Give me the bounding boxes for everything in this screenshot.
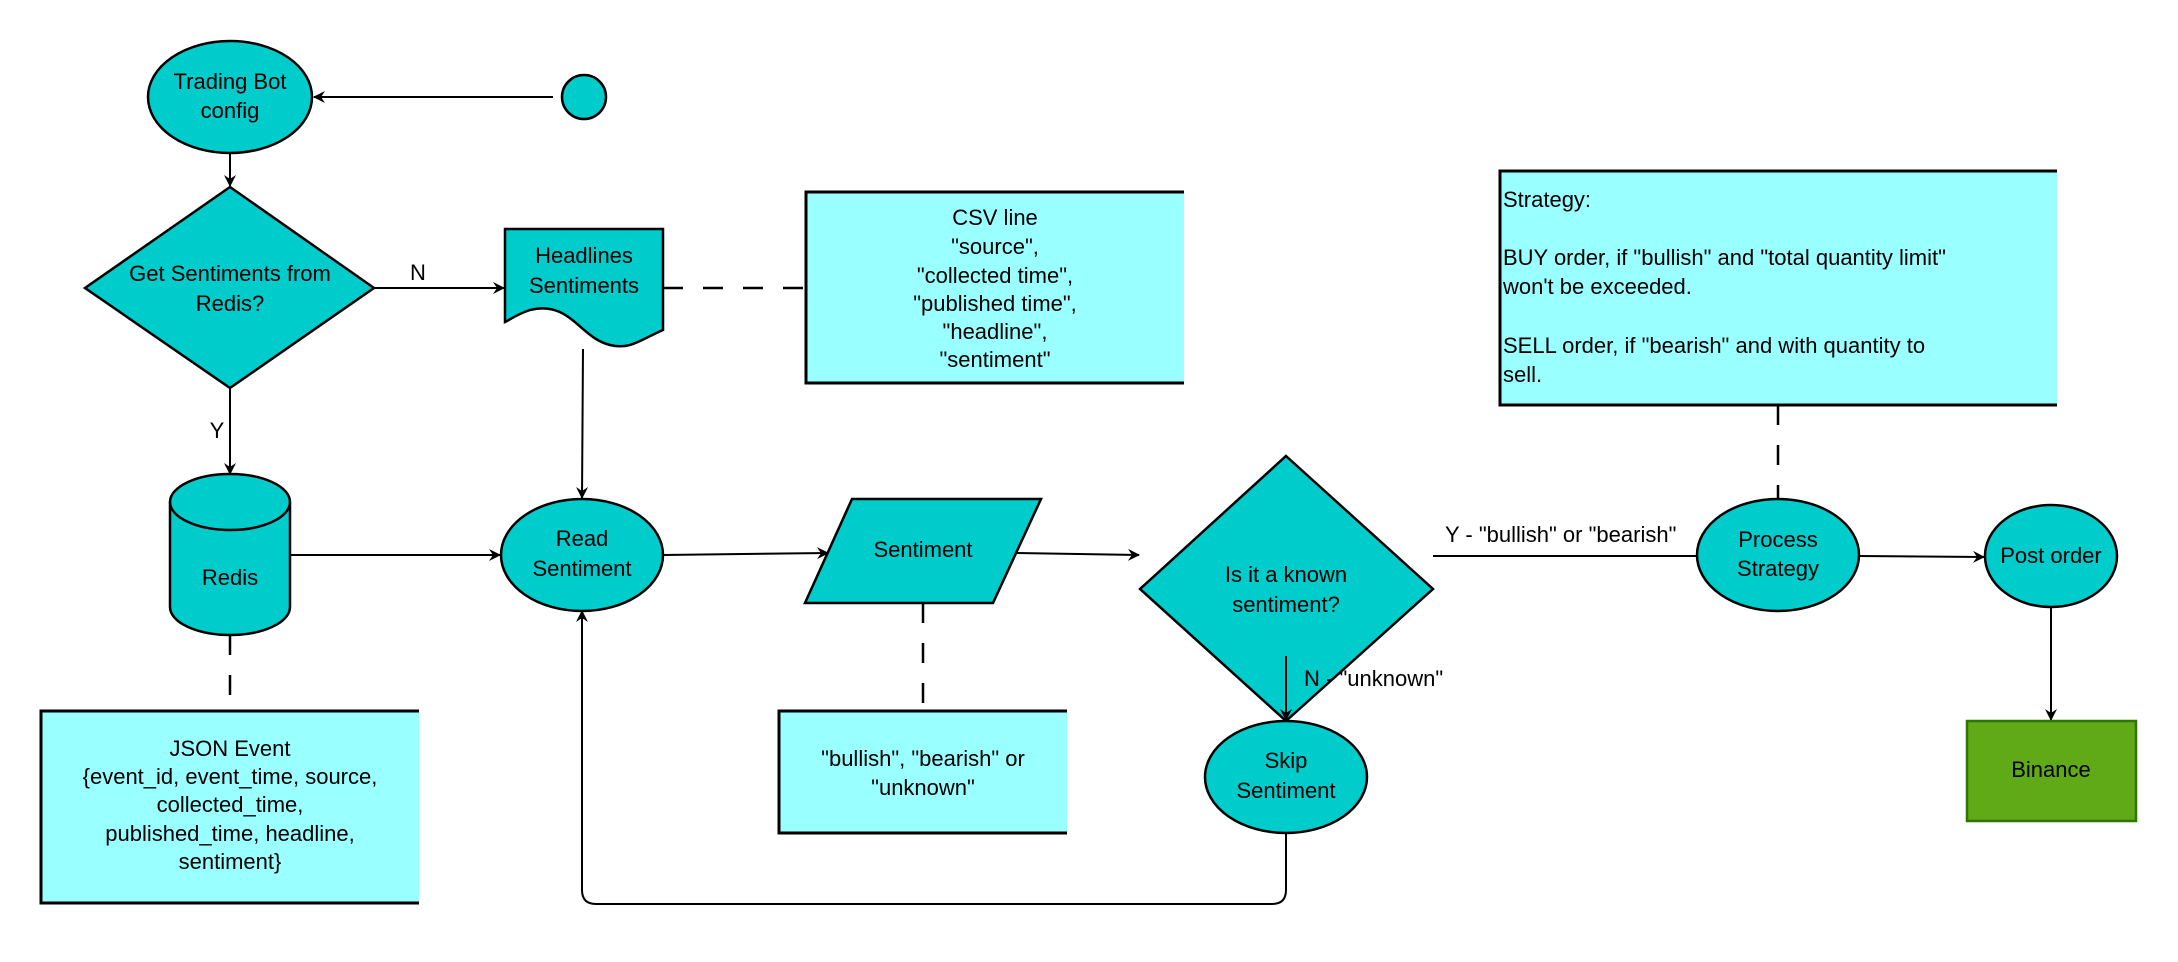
note-line: "sentiment"	[940, 347, 1051, 372]
note-line: "collected time",	[917, 263, 1073, 288]
label-line: Is it a known	[1225, 562, 1347, 587]
label-line: Redis?	[196, 291, 264, 316]
label-line: Strategy	[1737, 556, 1819, 581]
note-line: sell.	[1503, 362, 1542, 387]
note-line: won't be exceeded.	[1502, 274, 1692, 299]
edge-label-yes: Y	[210, 418, 225, 443]
label-line: Post order	[2000, 543, 2102, 568]
note-line: "bullish", "bearish" or	[821, 746, 1025, 771]
label-line: Headlines	[535, 243, 633, 268]
note-line: collected_time,	[157, 792, 304, 817]
note-json-event: JSON Event {event_id, event_time, source…	[39, 709, 419, 905]
start-circle[interactable]	[560, 73, 608, 121]
note-line: BUY order, if "bullish" and "total quant…	[1503, 245, 1946, 270]
label-line: Sentiment	[873, 537, 972, 562]
node-get-sentiments-decision[interactable]: Get Sentiments from Redis?	[82, 185, 377, 390]
node-skip-sentiment[interactable]: Skip Sentiment	[1203, 719, 1369, 835]
node-process-strategy[interactable]: Process Strategy	[1695, 497, 1861, 613]
label-line: Trading Bot	[174, 69, 287, 94]
node-headlines-sentiments[interactable]: Headlines Sentiments	[503, 227, 665, 348]
node-binance[interactable]: Binance	[1965, 719, 2138, 823]
note-line: "headline",	[943, 319, 1048, 344]
note-csv-line: CSV line "source", "collected time", "pu…	[804, 190, 1184, 385]
label-line: Read	[556, 526, 609, 551]
label-line: Get Sentiments from	[129, 261, 331, 286]
edge-label-no: N	[410, 260, 426, 285]
note-line: JSON Event	[169, 736, 290, 761]
edge-sentiment-to-decision	[1016, 548, 1140, 561]
edge-strategy-to-post	[1858, 550, 1985, 563]
flowchart: Trading Bot config Get Sentiments from R…	[39, 39, 2138, 905]
note-sentiment-values: "bullish", "bearish" or "unknown"	[777, 709, 1067, 835]
node-post-order[interactable]: Post order	[1983, 503, 2119, 609]
label-line: Skip	[1265, 748, 1308, 773]
start-node[interactable]	[560, 73, 608, 121]
label-line: Sentiment	[532, 556, 631, 581]
label-line: Binance	[2011, 757, 2091, 782]
note-line: "source",	[951, 234, 1039, 259]
edge-read-to-sentiment	[662, 547, 829, 560]
note-values-bg	[779, 711, 1067, 833]
node-trading-bot-config[interactable]: Trading Bot config	[146, 39, 314, 155]
label-line: Sentiment	[1236, 778, 1335, 803]
node-sentiment[interactable]: Sentiment	[803, 497, 1043, 605]
note-line: "published time",	[913, 291, 1077, 316]
label-line: Redis	[202, 565, 258, 590]
node-redis[interactable]: Redis	[168, 472, 292, 637]
note-line: CSV line	[952, 205, 1038, 230]
edge-headlines-to-read	[576, 348, 589, 499]
cylinder-body[interactable]	[168, 472, 292, 637]
note-line: {event_id, event_time, source,	[83, 764, 378, 789]
label-line: Process	[1738, 527, 1817, 552]
note-line: published_time, headline,	[105, 821, 355, 846]
note-strategy: Strategy: BUY order, if "bullish" and "t…	[1498, 169, 2057, 407]
label-line: sentiment?	[1232, 592, 1340, 617]
note-line: sentiment}	[179, 849, 282, 874]
edge-label-known-no: N - "unknown"	[1304, 666, 1443, 691]
node-read-sentiment[interactable]: Read Sentiment	[499, 497, 665, 613]
note-line: "unknown"	[871, 775, 975, 800]
label-line: config	[201, 98, 260, 123]
note-line: Strategy:	[1503, 187, 1591, 212]
edge-label-known-yes: Y - "bullish" or "bearish"	[1445, 522, 1676, 547]
label-line: Sentiments	[529, 273, 639, 298]
diamond-get-sentiments[interactable]	[82, 185, 377, 390]
note-line: SELL order, if "bearish" and with quanti…	[1503, 333, 1925, 358]
